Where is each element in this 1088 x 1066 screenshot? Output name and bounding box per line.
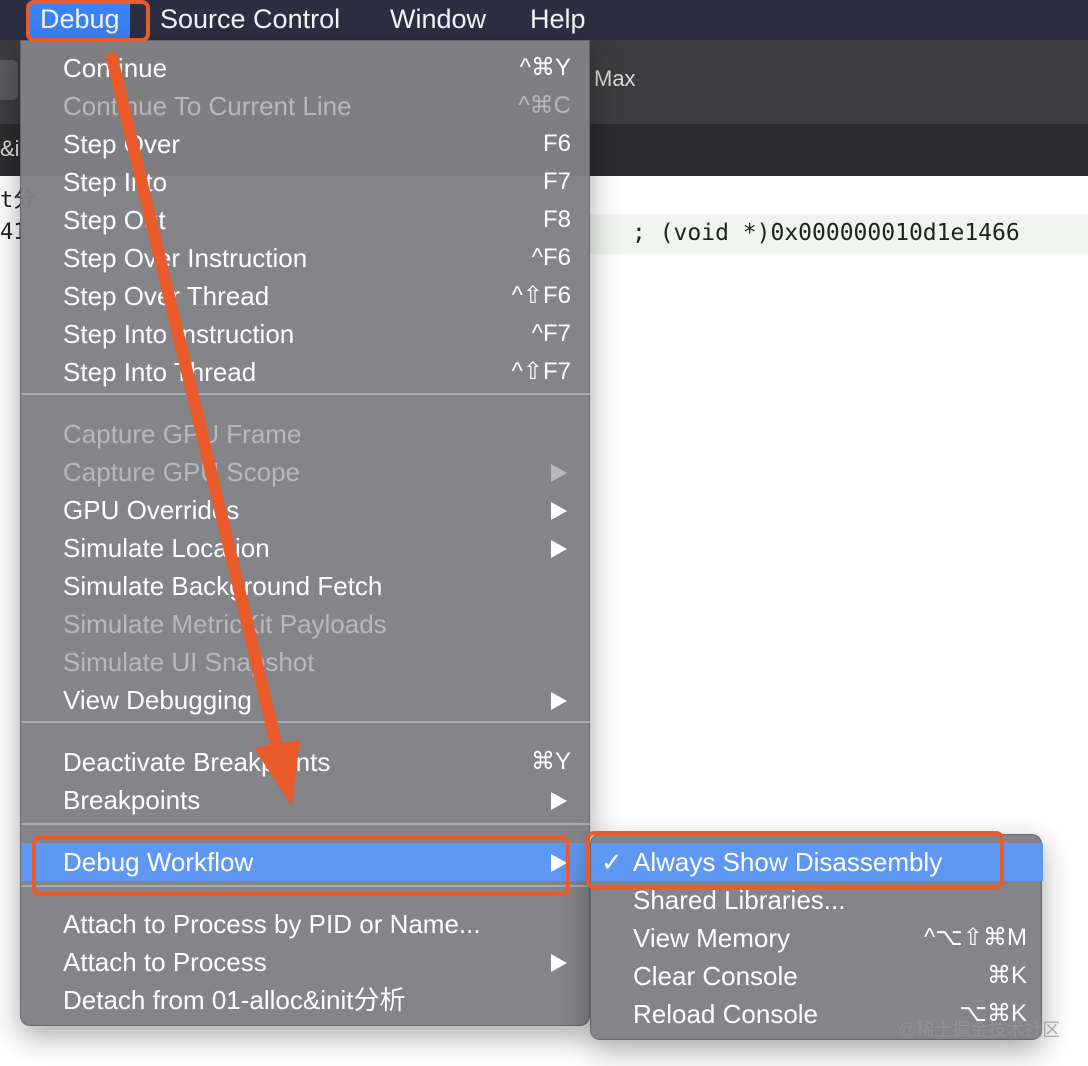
watermark: @稀土掘金技术社区: [898, 1020, 1061, 1040]
annotation-arrow: [106, 52, 300, 806]
